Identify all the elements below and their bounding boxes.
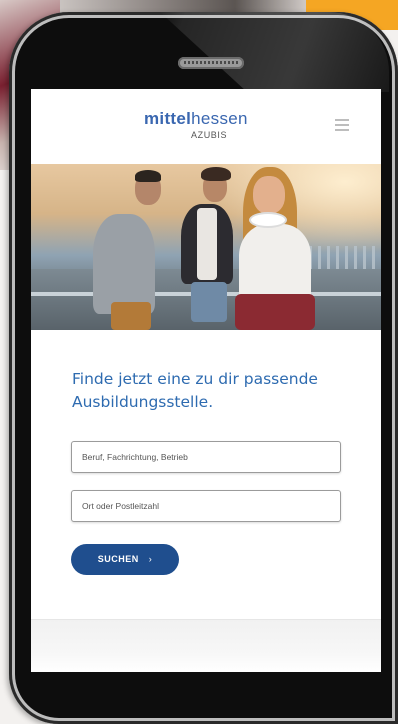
- footer-band: [31, 619, 381, 672]
- phone-speaker: [178, 57, 244, 69]
- hero-person-1-pants: [111, 302, 151, 330]
- search-section: Finde jetzt eine zu dir passende Ausbild…: [31, 330, 381, 672]
- logo-prefix: mittel: [144, 109, 192, 128]
- search-button-label: SUCHEN: [97, 554, 139, 564]
- hero-person-2-hair: [201, 167, 231, 181]
- hamburger-menu-icon[interactable]: [335, 119, 349, 131]
- hero-person-2-pants: [191, 282, 227, 322]
- hero-person-3-skirt: [235, 294, 315, 330]
- chevron-right-icon: ›: [148, 554, 153, 564]
- hero-person-3: [239, 224, 311, 304]
- hero-person-1-hair: [135, 170, 161, 182]
- hero-image: [31, 164, 381, 330]
- job-search-input[interactable]: [71, 441, 341, 473]
- search-headline: Finde jetzt eine zu dir passende Ausbild…: [72, 370, 318, 411]
- logo-subtitle: AZUBIS: [191, 130, 228, 140]
- headphones-icon: [249, 212, 287, 228]
- search-button[interactable]: SUCHEN ›: [71, 544, 179, 575]
- phone-screen: mittelhessen AZUBIS Finde jetzt eine zu …: [31, 89, 381, 672]
- menu-line: [335, 124, 349, 126]
- location-search-input[interactable]: [71, 490, 341, 522]
- hero-person-2-shirt: [197, 208, 217, 280]
- menu-line: [335, 129, 349, 131]
- menu-line: [335, 119, 349, 121]
- logo[interactable]: mittelhessen: [144, 109, 248, 129]
- hero-person-3-head: [253, 176, 285, 214]
- hero-person-1: [93, 214, 155, 314]
- site-header: mittelhessen AZUBIS: [31, 89, 381, 164]
- logo-suffix: hessen: [191, 109, 248, 128]
